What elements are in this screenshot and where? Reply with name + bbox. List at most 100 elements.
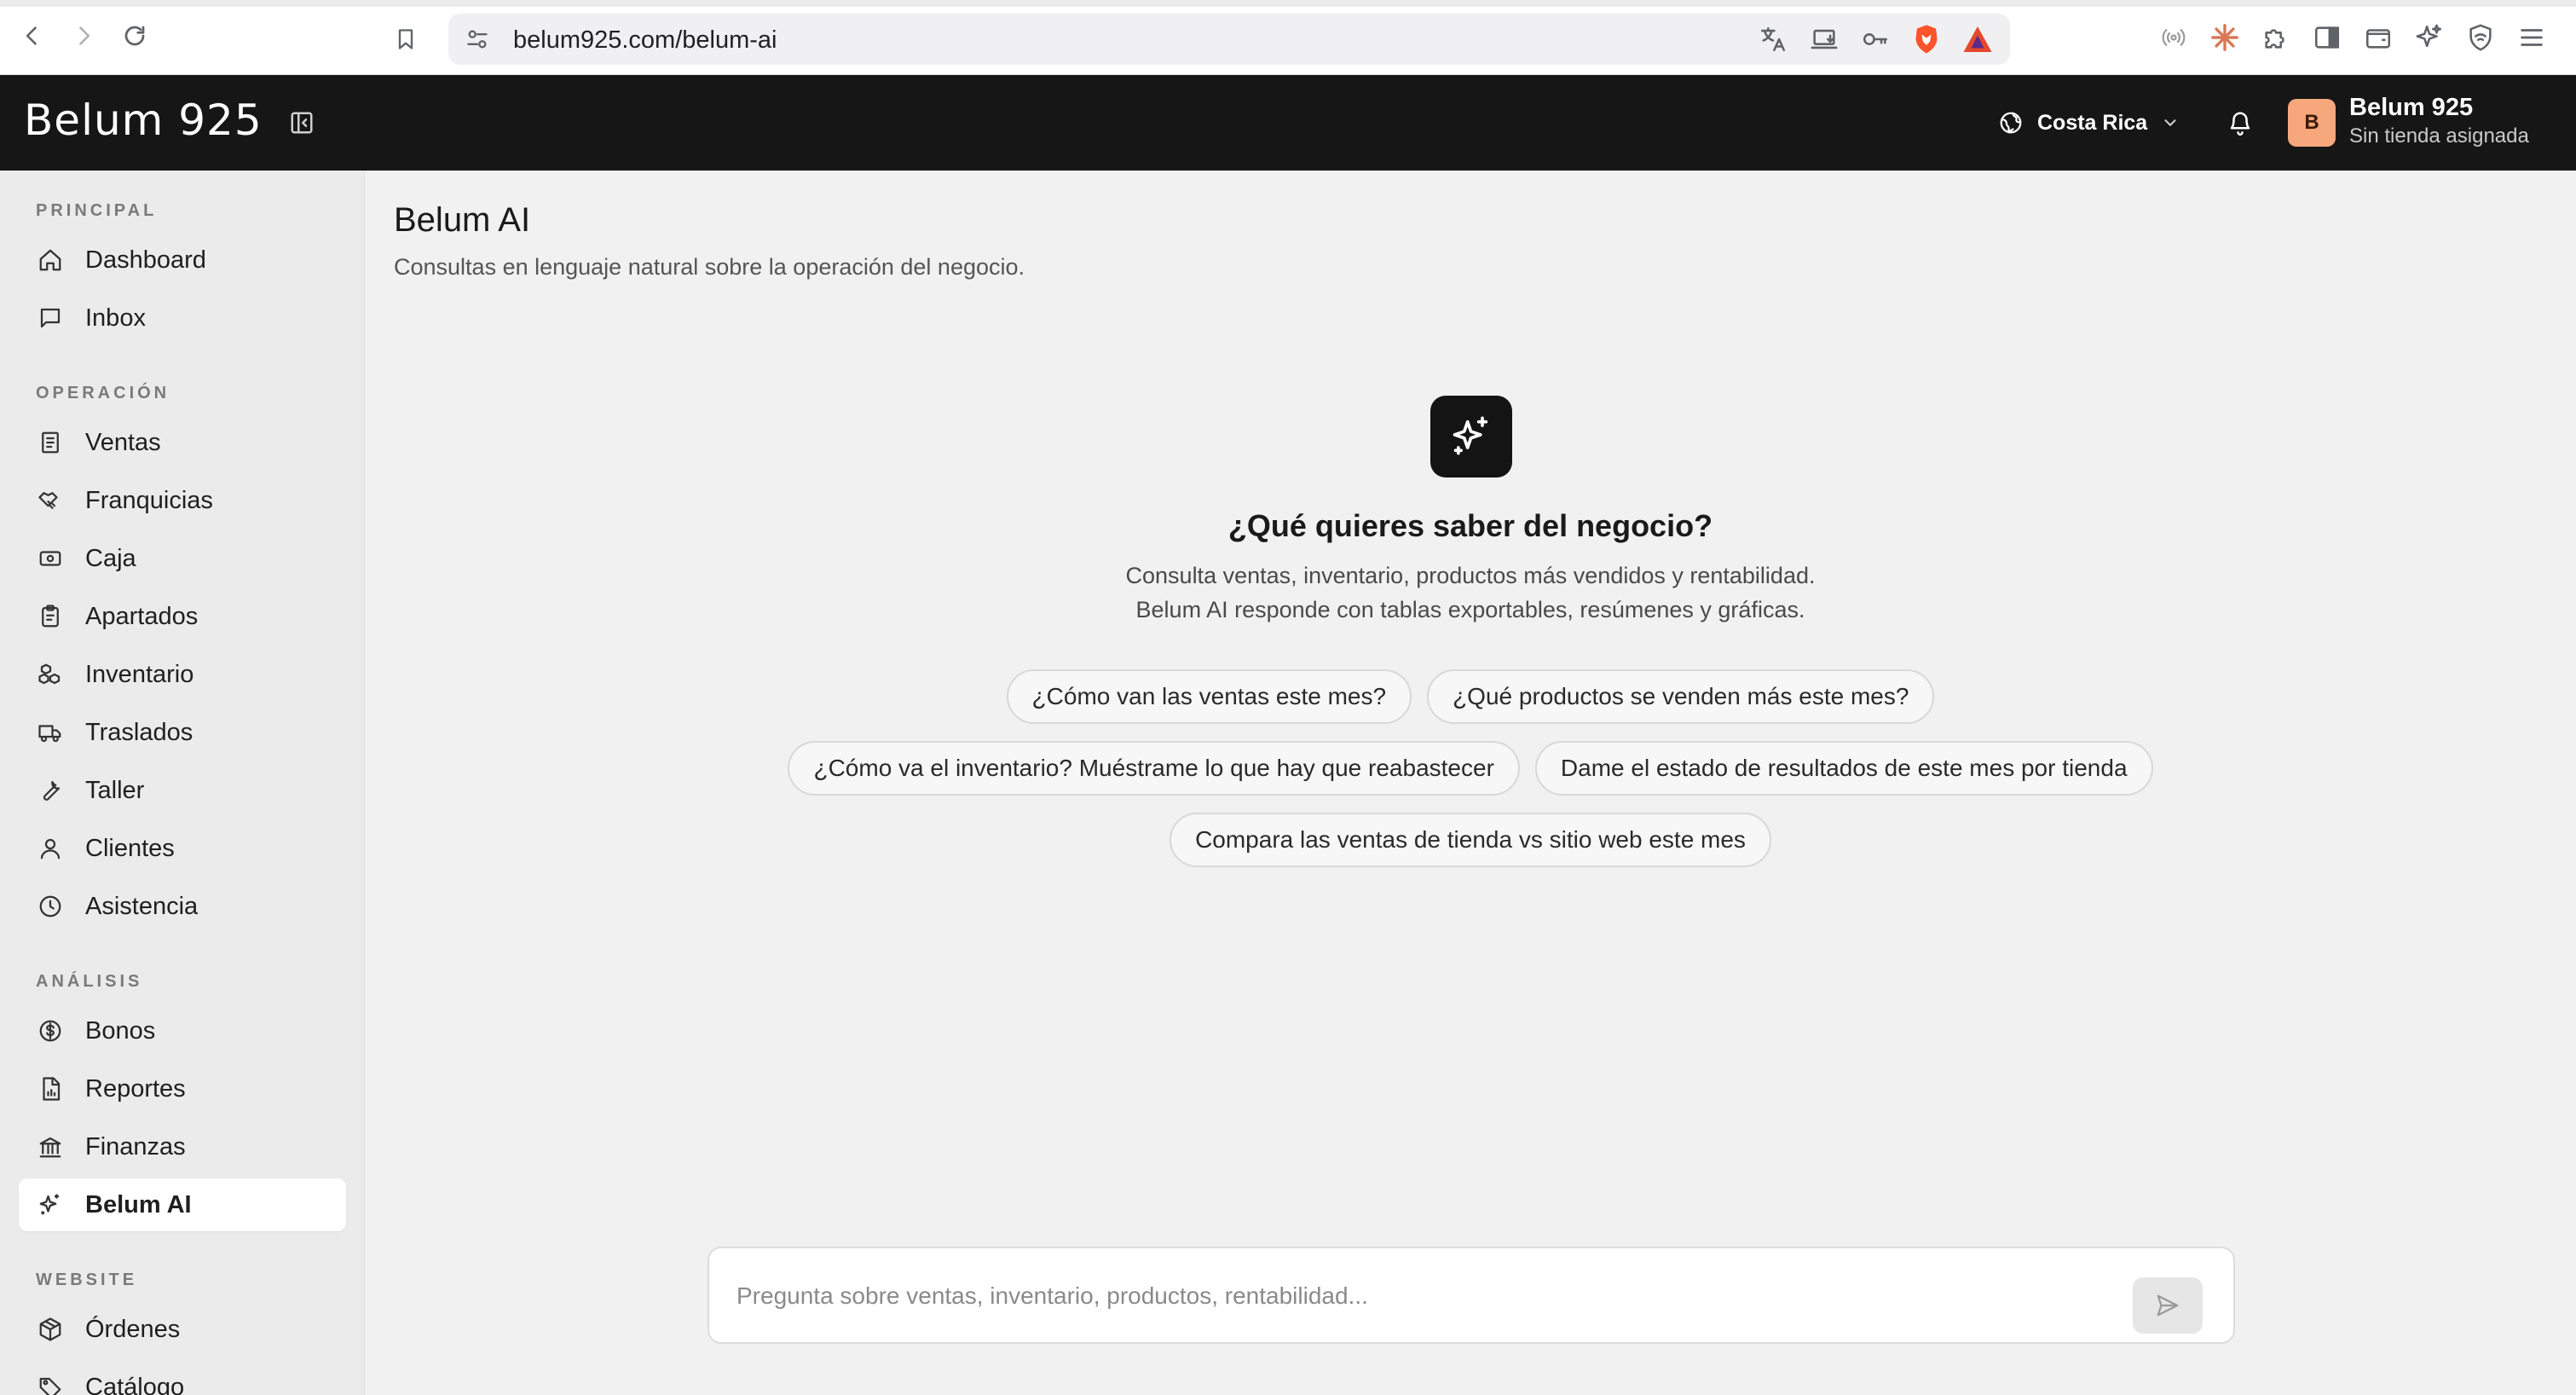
suggestion-chip[interactable]: Dame el estado de resultados de este mes… [1534,741,2153,796]
send-button[interactable] [2133,1277,2203,1334]
wrench-icon [43,780,61,801]
hamburger-icon [2521,29,2543,46]
sidebar-item-label: Belum AI [85,1190,192,1218]
site-settings-button[interactable] [460,22,494,56]
page-title: Belum AI [394,201,531,239]
triangle-rewards-icon [1963,26,1992,52]
sidebar-item-ordenes[interactable]: Órdenes [19,1303,346,1356]
tab-strip [0,0,2576,7]
extension-claude-button[interactable] [2208,20,2242,55]
sparkles-icon [39,1194,59,1215]
suggestion-chip[interactable]: ¿Qué productos se venden más este mes? [1427,669,1935,724]
notifications-button[interactable] [2223,106,2257,140]
back-button[interactable] [15,19,49,53]
address-bar[interactable]: belum925.com/belum-ai [398,14,2010,65]
sidebar-item-ventas[interactable]: Ventas [19,416,346,469]
browser-toolbar: belum925.com/belum-ai [0,0,2576,75]
sidebar-item-label: Órdenes [85,1315,181,1343]
brave-lion-icon [1915,25,1938,54]
sidebar-item-bonos[interactable]: Bonos [19,1004,346,1057]
hero-description-line-1: Consulta ventas, inventario, productos m… [1125,563,1816,588]
sidebar-item-label: Ventas [85,428,161,456]
brand-logo[interactable]: Belum 925 [24,96,263,145]
sidebar-item-label: Bonos [85,1016,156,1045]
page-subtitle: Consultas en lenguaje natural sobre la o… [394,254,1025,280]
region-selector[interactable]: Costa Rica [1998,106,2180,140]
sidebar-item-inventario[interactable]: Inventario [19,648,346,701]
tune-icon [467,30,488,49]
chevron-down-icon [2164,119,2176,126]
sidebar-item-label: Taller [85,776,145,804]
sidebar-item-catalogo[interactable]: Catálogo [19,1361,346,1395]
user-store-status: Sin tienda asignada [2349,124,2529,148]
extensions-button[interactable] [2259,20,2293,55]
url-text[interactable]: belum925.com/belum-ai [513,26,777,55]
menu-button[interactable] [2515,20,2549,55]
translate-icon [1760,26,1786,52]
suggestion-chip[interactable]: ¿Cómo va el inventario? Muéstrame lo que… [788,741,1520,796]
sidebar-item-dashboard[interactable]: Dashboard [19,234,346,287]
send-icon [2157,1294,2179,1317]
suggestion-chip[interactable]: Compara las ventas de tienda vs sitio we… [1170,813,1771,867]
suggestion-row-1: ¿Cómo van las ventas este mes? ¿Qué prod… [365,669,2576,724]
sidebar: PRINCIPAL Dashboard Inbox OPERACIÓN Vent… [0,171,365,1395]
laptop-download-icon [1811,29,1838,49]
avatar[interactable]: B [2288,99,2336,147]
app-header: Belum 925 Costa Rica B Belum 925 Sin tie… [0,75,2576,171]
brave-rewards-button[interactable] [1961,22,1995,56]
sidebar-item-label: Dashboard [85,246,206,274]
translate-button[interactable] [1756,22,1790,56]
suggestion-row-3: Compara las ventas de tienda vs sitio we… [365,813,2576,867]
chat-composer [708,1247,2235,1344]
suggestion-chip[interactable]: ¿Cómo van las ventas este mes? [1006,669,1412,724]
belum-ai-logo [1430,396,1512,478]
hero-description-line-2: Belum AI responde con tablas exportables… [1135,597,1805,622]
cast-button[interactable] [1807,22,1841,56]
boxes-icon [38,663,61,685]
wallet-button[interactable] [2361,20,2395,55]
reload-button[interactable] [118,19,152,53]
sidebar-item-traslados[interactable]: Traslados [19,706,346,759]
vpn-button[interactable] [2463,20,2498,55]
section-label-principal: PRINCIPAL [36,201,158,220]
bell-icon [2230,112,2250,136]
sidebar-item-label: Inventario [85,660,194,688]
starburst-icon [2211,24,2238,51]
dollar-circle-icon [39,1020,61,1042]
sidebar-item-clientes[interactable]: Clientes [19,822,346,875]
broadcast-icon [2162,29,2186,46]
extension-radio-button[interactable] [2157,20,2191,55]
chat-input[interactable] [736,1277,2100,1315]
shield-wifi-icon [2469,24,2492,51]
receipt-icon [42,431,59,454]
panel-collapse-icon [291,112,313,134]
bookmark-icon [398,29,413,49]
wallet-icon [2365,29,2391,49]
sidebar-toggle-button[interactable] [2310,20,2344,55]
sidebar-item-belum-ai[interactable]: Belum AI [19,1178,346,1231]
sidebar-item-taller[interactable]: Taller [19,764,346,817]
user-name[interactable]: Belum 925 [2349,94,2473,122]
brave-shields-button[interactable] [1909,22,1944,56]
sidebar-panel-icon [2314,26,2340,49]
sidebar-item-reportes[interactable]: Reportes [19,1062,346,1115]
sidebar-item-finanzas[interactable]: Finanzas [19,1120,346,1173]
sidebar-item-inbox[interactable]: Inbox [19,292,346,344]
sidebar-item-label: Catálogo [85,1373,185,1395]
sidebar-item-asistencia[interactable]: Asistencia [19,880,346,933]
password-button[interactable] [1858,22,1892,56]
forward-button[interactable] [66,19,101,53]
globe-icon [2000,112,2022,134]
leo-ai-button[interactable] [2412,20,2446,55]
sidebar-item-label: Finanzas [85,1132,186,1161]
package-icon [39,1317,61,1341]
home-icon [39,249,61,271]
sidebar-item-label: Asistencia [85,892,199,920]
hero-title: ¿Qué quieres saber del negocio? [1227,508,1713,543]
section-label-analisis: ANÁLISIS [36,972,143,991]
collapse-sidebar-button[interactable] [285,106,319,140]
bookmark-button[interactable] [389,22,423,56]
puzzle-icon [2265,29,2284,49]
region-label: Costa Rica [2037,110,2148,135]
sparkle-icon [2416,24,2442,48]
